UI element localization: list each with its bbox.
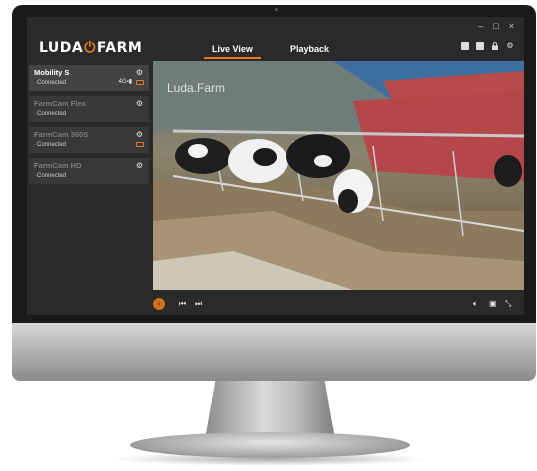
volume-icon[interactable]: 🔈︎ <box>473 299 478 309</box>
tab-playback[interactable]: Playback <box>290 44 329 54</box>
camera-item-farmcam-360s[interactable]: FarmCam 360S Connected ⚙ <box>29 127 149 153</box>
monitor-stand-base <box>130 432 410 458</box>
battery-icon <box>136 80 144 85</box>
top-icon-group: ⚙ <box>461 42 514 50</box>
plus-icon[interactable] <box>476 42 484 50</box>
webcam-dot <box>275 8 278 11</box>
battery-icon <box>136 142 144 147</box>
camera-status: Connected <box>34 111 144 117</box>
expand-icon[interactable]: ⤡ <box>505 299 511 309</box>
camera-status: Connected <box>34 142 144 148</box>
top-bar: LUDA ⏻ FARM Live View Playback ⚙ <box>27 37 524 61</box>
camera-item-farmcam-flex[interactable]: FarmCam Flex Connected ⚙ <box>29 96 149 122</box>
grid-icon[interactable] <box>461 42 469 50</box>
signal-strength-icon: 4G▪▮ <box>118 79 132 85</box>
close-button[interactable]: × <box>509 21 514 31</box>
barn-scene-image <box>153 61 524 290</box>
monitor-chin <box>12 323 536 381</box>
camera-name: FarmCam HD <box>34 161 82 170</box>
power-icon: ⏻ <box>84 40 96 56</box>
prev-icon[interactable]: ⏮ <box>179 299 186 309</box>
camera-name: FarmCam Flex <box>34 99 86 108</box>
next-icon[interactable]: ⏭ <box>195 299 202 309</box>
minimize-button[interactable]: – <box>478 21 483 31</box>
video-watermark: Luda.Farm <box>167 81 226 95</box>
maximize-button[interactable]: □ <box>493 21 498 31</box>
camera-name: Mobility S <box>34 68 70 77</box>
camera-sidebar: Mobility S Connected ⚙ 4G▪▮ FarmCam Flex… <box>29 65 149 189</box>
logo-text-luda: LUDA <box>39 40 84 56</box>
camera-status: Connected <box>34 173 144 179</box>
logo-text-farm: FARM <box>96 40 143 56</box>
fullscreen-icon[interactable]: ▣ <box>489 299 497 308</box>
signal-label: 4G <box>118 79 127 85</box>
gear-icon[interactable]: ⚙ <box>506 42 514 50</box>
camera-item-farmcam-hd[interactable]: FarmCam HD Connected ⚙ <box>29 158 149 184</box>
app-logo: LUDA ⏻ FARM <box>39 40 142 56</box>
monitor-stand-neck <box>205 381 335 439</box>
camera-settings-gear-icon[interactable]: ⚙ <box>136 99 143 108</box>
app-screen: – □ × LUDA ⏻ FARM Live View Playback ⚙ M… <box>27 17 524 315</box>
window-controls: – □ × <box>478 21 514 31</box>
lock-icon[interactable] <box>491 42 499 50</box>
camera-settings-gear-icon[interactable]: ⚙ <box>136 161 143 170</box>
camera-item-mobility-s[interactable]: Mobility S Connected ⚙ 4G▪▮ <box>29 65 149 91</box>
camera-settings-gear-icon[interactable]: ⚙ <box>136 130 143 139</box>
camera-settings-gear-icon[interactable]: ⚙ <box>136 68 143 77</box>
back-icon[interactable]: ‹ <box>153 298 165 310</box>
playback-controls: ‹ ⏮ ⏭ 🔈︎ ▣ ⤡ <box>153 290 524 315</box>
camera-name: FarmCam 360S <box>34 130 89 139</box>
tab-live-view[interactable]: Live View <box>204 44 261 59</box>
live-video-feed[interactable]: Luda.Farm <box>153 61 524 290</box>
